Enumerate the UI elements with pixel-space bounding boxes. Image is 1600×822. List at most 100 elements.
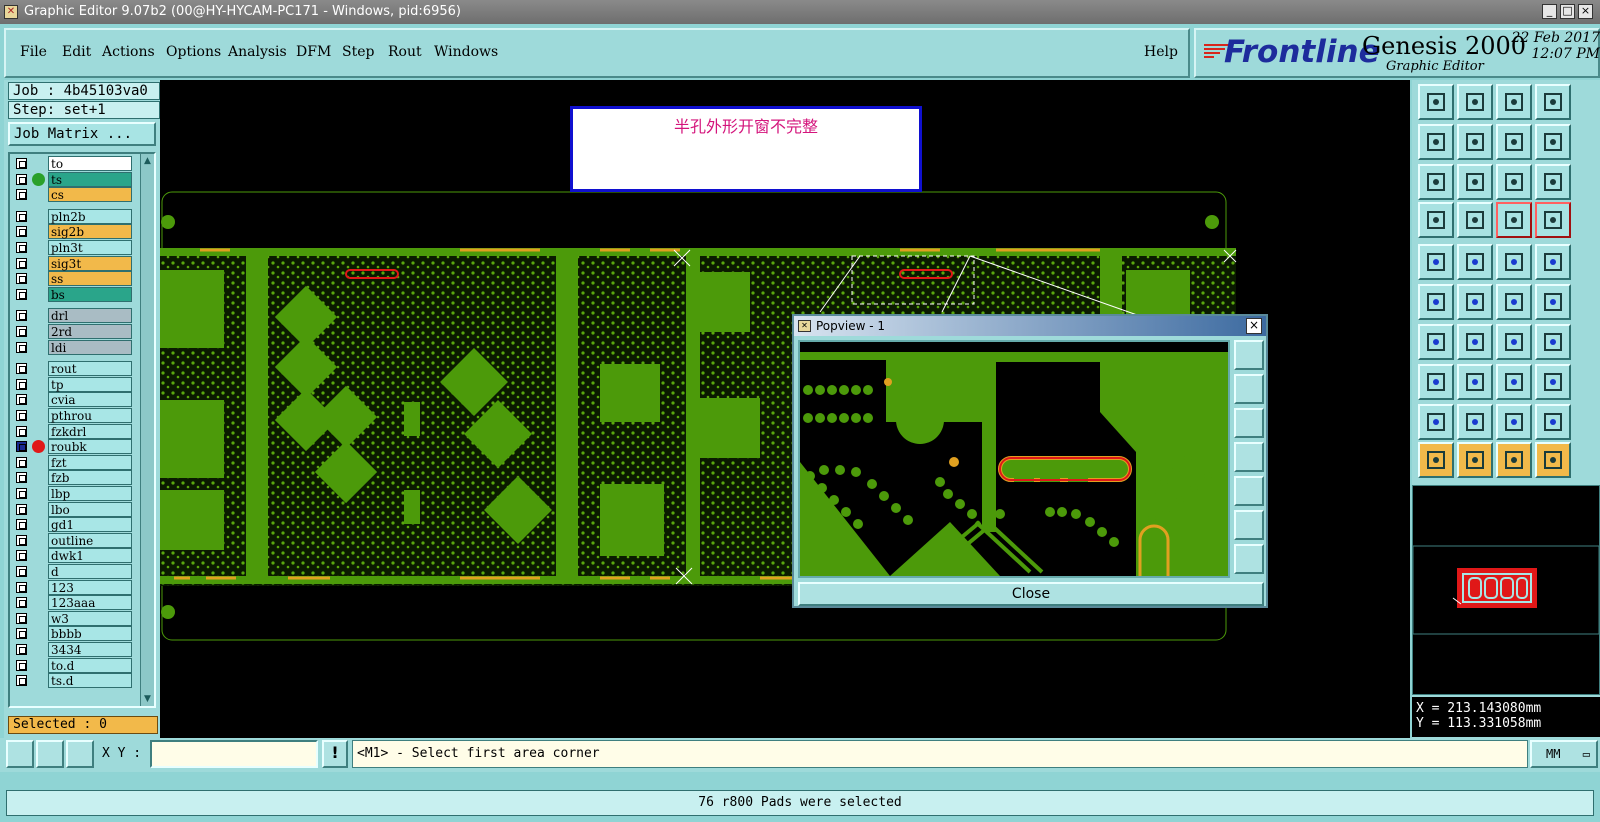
layer-checkbox[interactable] — [16, 326, 27, 337]
group-icon[interactable] — [1535, 364, 1571, 400]
layer-row[interactable]: fzb — [12, 470, 132, 486]
layer-name[interactable]: 3434 — [48, 642, 132, 657]
layer-name[interactable]: drl — [48, 308, 132, 324]
layer-checkbox[interactable] — [16, 394, 27, 406]
layer-name[interactable]: fzkdrl — [48, 423, 132, 439]
layer-name[interactable]: ldi — [48, 339, 132, 355]
layer-checkbox[interactable] — [16, 503, 27, 515]
layer-checkbox[interactable] — [16, 628, 27, 640]
layer-row[interactable]: ss — [12, 271, 132, 287]
layer-checkbox[interactable] — [16, 441, 27, 453]
layer-checkbox[interactable] — [16, 158, 27, 169]
layer-checkbox[interactable] — [16, 210, 27, 222]
features-icon[interactable] — [1535, 202, 1571, 238]
layer-checkbox[interactable] — [16, 456, 27, 468]
redraw-icon[interactable] — [1535, 124, 1571, 160]
align-icon[interactable] — [1496, 364, 1532, 400]
layer-name[interactable]: d — [48, 564, 132, 579]
layer-name[interactable]: cvia — [48, 392, 132, 408]
layer-row[interactable]: d — [12, 564, 132, 579]
select-rotate-icon[interactable] — [1496, 442, 1532, 478]
layer-checkbox[interactable] — [16, 273, 27, 285]
layer-name[interactable]: gd1 — [48, 517, 132, 533]
layer-name[interactable]: 123 — [48, 579, 132, 595]
fill-icon[interactable] — [1535, 244, 1571, 280]
menu-actions[interactable]: Actions — [102, 44, 155, 60]
layer-checkbox[interactable] — [16, 189, 27, 201]
layer-checkbox[interactable] — [16, 288, 27, 300]
layer-row[interactable]: drl — [12, 308, 132, 324]
layer-name[interactable]: roubk — [48, 439, 132, 455]
layer-checkbox[interactable] — [16, 659, 27, 671]
layer-row[interactable]: cs — [12, 187, 132, 203]
layer-row[interactable]: tp — [12, 376, 132, 392]
select-cursor-icon[interactable] — [1418, 442, 1454, 478]
layer-name[interactable]: dwk1 — [48, 548, 132, 564]
maximize-button[interactable]: □ — [1560, 4, 1575, 19]
layer-name[interactable]: fzt — [48, 454, 132, 470]
draw-line-icon[interactable] — [1418, 324, 1454, 360]
pan-left-icon[interactable] — [1418, 124, 1454, 160]
layer-name[interactable]: ts.d — [48, 673, 132, 689]
layer-row[interactable]: ts.d — [12, 673, 132, 689]
layer-row[interactable]: 123aaa — [12, 595, 132, 611]
menu-analysis[interactable]: Analysis — [228, 44, 287, 60]
select-move-icon[interactable] — [1457, 442, 1493, 478]
display-layers-icon[interactable] — [1496, 202, 1532, 238]
layer-row[interactable]: dwk1 — [12, 548, 132, 564]
menu-file[interactable]: File — [20, 44, 47, 60]
popview-titlebar[interactable]: Popview - 1 — [794, 316, 1266, 336]
layer-name[interactable]: w3 — [48, 610, 132, 626]
layer-checkbox[interactable] — [16, 581, 27, 593]
layer-name[interactable]: pthrou — [48, 408, 132, 423]
layer-row[interactable]: outline — [12, 532, 132, 548]
layer-row[interactable]: lbo — [12, 501, 132, 517]
layer-row[interactable]: fzt — [12, 454, 132, 470]
menu-windows[interactable]: Windows — [434, 44, 498, 60]
layer-row[interactable]: 123 — [12, 579, 132, 595]
layer-checkbox[interactable] — [16, 566, 27, 577]
layer-row[interactable]: w3 — [12, 610, 132, 626]
layer-checkbox[interactable] — [16, 644, 27, 655]
layer-checkbox[interactable] — [16, 173, 27, 185]
fit-screen-icon[interactable] — [1418, 164, 1454, 200]
layer-checkbox[interactable] — [16, 363, 27, 375]
overview-map[interactable] — [1412, 485, 1600, 695]
layer-row[interactable]: pln2b — [12, 208, 132, 224]
layer-row[interactable]: bbbb — [12, 626, 132, 642]
pan-right-icon[interactable] — [1457, 124, 1493, 160]
xy-input[interactable] — [150, 740, 318, 768]
zoom-step-icon[interactable] — [1496, 124, 1532, 160]
copy-pad-icon[interactable] — [1535, 284, 1571, 320]
popview-pan-up-icon[interactable] — [1234, 374, 1264, 404]
popview-zoom-in-icon[interactable] — [1234, 340, 1264, 370]
menu-options[interactable]: Options — [166, 44, 221, 60]
snap-icon[interactable] — [6, 740, 34, 768]
layer-checkbox[interactable] — [16, 310, 27, 322]
menu-step[interactable]: Step — [342, 44, 374, 60]
connect-nodes-icon[interactable] — [1418, 284, 1454, 320]
layer-name[interactable]: sig3t — [48, 255, 132, 271]
layer-list[interactable]: to ts cs pln2b sig2b pln3t sig3t ss bs drl 2rd ldi r… — [8, 152, 156, 708]
layer-checkbox[interactable] — [16, 425, 27, 437]
arc-extra-icon[interactable] — [1535, 404, 1571, 440]
arc-draw-icon[interactable] — [1418, 404, 1454, 440]
job-matrix-button[interactable]: Job Matrix ... — [8, 122, 156, 146]
zoom-home-icon[interactable] — [1418, 84, 1454, 120]
trace-icon[interactable] — [1535, 324, 1571, 360]
layer-name[interactable]: 2rd — [48, 324, 132, 339]
node-icon[interactable] — [1418, 364, 1454, 400]
layer-name[interactable]: lbp — [48, 486, 132, 501]
arc-mirror-icon[interactable] — [1496, 404, 1532, 440]
layer-row[interactable]: 3434 — [12, 642, 132, 657]
layer-list-scrollbar[interactable]: ▲ ▼ — [140, 154, 154, 706]
close-window-button[interactable]: × — [1578, 4, 1593, 19]
layer-checkbox[interactable] — [16, 341, 27, 353]
layer-row[interactable]: 2rd — [12, 324, 132, 339]
alert-icon[interactable]: ! — [322, 740, 348, 768]
ruler-icon[interactable] — [1496, 244, 1532, 280]
move-pad-icon[interactable] — [1496, 284, 1532, 320]
layer-name[interactable]: bs — [48, 286, 132, 302]
edit-line-icon[interactable] — [1457, 324, 1493, 360]
layer-row[interactable]: ts — [12, 171, 132, 187]
